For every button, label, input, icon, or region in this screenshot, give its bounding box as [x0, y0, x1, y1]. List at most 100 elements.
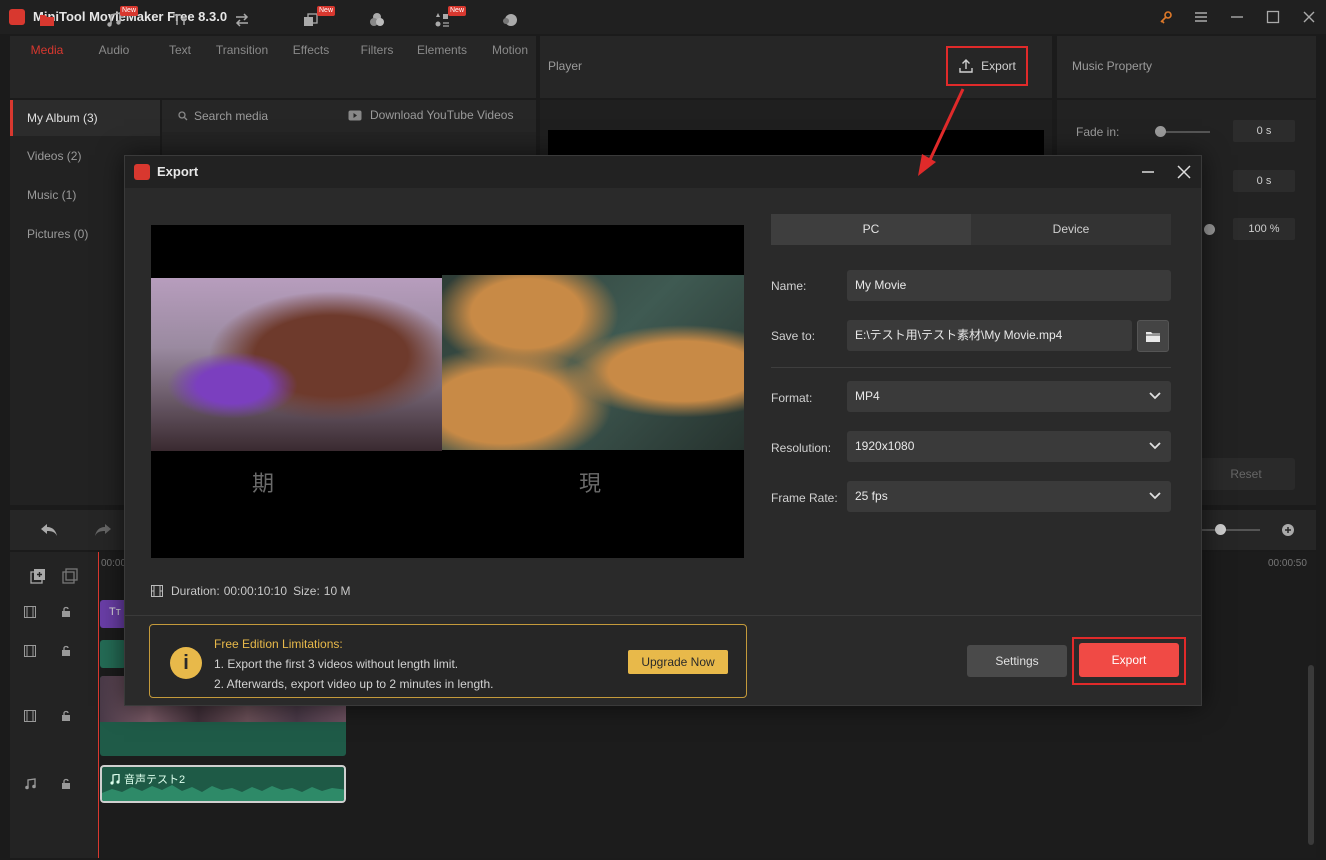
lock-icon[interactable]: [60, 606, 72, 618]
limitation-line-1: 1. Export the first 3 videos without len…: [214, 657, 459, 671]
film-icon: [151, 585, 163, 597]
zoom-slider-knob[interactable]: [1215, 524, 1226, 535]
size-label: Size:: [293, 584, 320, 598]
annotation-arrow: [918, 88, 965, 176]
remove-track-icon[interactable]: [62, 568, 78, 584]
resolution-label: Resolution:: [771, 441, 832, 455]
frame-rate-select[interactable]: 25 fps: [847, 481, 1171, 512]
settings-button[interactable]: Settings: [967, 645, 1067, 677]
dialog-title-bar: [125, 156, 1201, 188]
search-input[interactable]: Search media: [194, 109, 268, 123]
toolbar-effects-label: Effects: [292, 43, 330, 57]
fade-in-slider-knob[interactable]: [1155, 126, 1166, 137]
frame-rate-value: 25 fps: [855, 489, 888, 503]
toolbar-elements-label: Elements: [416, 43, 468, 57]
lock-icon[interactable]: [60, 778, 72, 790]
save-to-label: Save to:: [771, 329, 816, 343]
name-field[interactable]: My Movie: [847, 270, 1171, 301]
toolbar-motion-label: Motion: [491, 43, 529, 57]
playhead[interactable]: [98, 552, 99, 858]
lock-icon[interactable]: [60, 710, 72, 722]
toolbar-elements[interactable]: New Elements: [410, 6, 474, 57]
duration-value: 00:00:10:10: [223, 584, 288, 598]
save-to-field[interactable]: E:\テスト用\テスト素材\My Movie.mp4: [847, 320, 1132, 351]
minimize-icon[interactable]: [1225, 6, 1249, 28]
frame-rate-label: Frame Rate:: [771, 491, 838, 505]
audio-clip[interactable]: 音声テスト2: [100, 765, 346, 803]
format-label: Format:: [771, 391, 813, 405]
limitation-line-2: 2. Afterwards, export video up to 2 minu…: [214, 677, 494, 691]
maximize-icon[interactable]: [1261, 6, 1285, 28]
upload-icon: [959, 59, 973, 73]
key-icon[interactable]: [1154, 6, 1178, 28]
close-icon[interactable]: [1297, 6, 1321, 28]
filters-icon: [370, 13, 384, 26]
preview-subtitle-left: 期: [252, 472, 275, 497]
toolbar-audio[interactable]: New Audio: [82, 6, 146, 57]
dialog-title: Export: [157, 164, 199, 179]
music-icon: [25, 778, 36, 790]
preview-image-meat: [151, 278, 442, 451]
lock-icon[interactable]: [60, 645, 72, 657]
new-badge: New: [448, 6, 467, 16]
add-track-icon[interactable]: [30, 568, 46, 584]
toolbar-motion[interactable]: Motion: [478, 10, 542, 57]
resolution-select[interactable]: 1920x1080: [847, 431, 1171, 462]
tab-pc[interactable]: PC: [771, 214, 971, 245]
fade-in-slider-track[interactable]: [1160, 131, 1210, 133]
download-youtube-button[interactable]: Download YouTube Videos: [370, 108, 513, 122]
free-edition-limitations: i Free Edition Limitations: 1. Export th…: [149, 624, 747, 698]
fade-in-label: Fade in:: [1076, 125, 1120, 139]
export-preview: 期 現: [151, 225, 744, 558]
toolbar-media[interactable]: Media: [15, 10, 79, 57]
video-clip[interactable]: [100, 640, 126, 668]
dialog-close-icon[interactable]: [1173, 162, 1195, 182]
footer-divider: [125, 615, 1201, 616]
folder-icon: [1146, 331, 1160, 342]
toolbar-media-label: Media: [30, 43, 64, 57]
timeline-time-start: 00:00: [101, 558, 127, 569]
preview-subtitle-right: 現: [579, 472, 602, 497]
export-dialog: Export 期 現 Duration: 00:00:10:10 Size: 1…: [124, 155, 1202, 706]
track-header: [10, 552, 98, 858]
toolbar-text[interactable]: Text: [148, 10, 212, 57]
export-button[interactable]: Export: [1079, 643, 1179, 677]
size-value: 10 M: [323, 584, 351, 598]
format-value: MP4: [855, 389, 880, 403]
player-export-button[interactable]: Export: [946, 46, 1028, 86]
toolbar-transition-label: Transition: [215, 43, 269, 57]
search-icon: [178, 111, 188, 121]
toolbar-transition[interactable]: Transition: [210, 10, 274, 57]
divider: [771, 367, 1171, 368]
dialog-minimize-icon[interactable]: [1137, 162, 1159, 182]
volume-slider-knob[interactable]: [1204, 224, 1215, 235]
toolbar-filters[interactable]: Filters: [345, 10, 409, 57]
chevron-down-icon: [1149, 442, 1161, 450]
timeline-scrollbar[interactable]: [1308, 665, 1314, 845]
transition-icon: [235, 13, 249, 27]
fade-in-value[interactable]: 0 s: [1233, 120, 1295, 142]
player-label: Player: [548, 59, 583, 73]
sidebar-item-my-album[interactable]: My Album (3): [10, 100, 160, 136]
upgrade-now-button[interactable]: Upgrade Now: [628, 650, 728, 674]
format-select[interactable]: MP4: [847, 381, 1171, 412]
toolbar-filters-label: Filters: [360, 43, 394, 57]
fade-out-value[interactable]: 0 s: [1233, 170, 1295, 192]
volume-value[interactable]: 100 %: [1233, 218, 1295, 240]
new-badge: New: [317, 6, 336, 16]
menu-icon[interactable]: [1189, 6, 1213, 28]
tab-device[interactable]: Device: [971, 214, 1171, 245]
audio-waveform: [102, 785, 344, 801]
warning-icon: i: [170, 647, 202, 679]
reset-button[interactable]: Reset: [1197, 458, 1295, 490]
zoom-slider-track[interactable]: [1200, 529, 1260, 531]
limitations-title: Free Edition Limitations:: [214, 637, 343, 651]
zoom-in-icon[interactable]: [1281, 523, 1295, 537]
text-icon: [173, 14, 187, 25]
browse-folder-button[interactable]: [1137, 320, 1169, 352]
music-property-title: Music Property: [1072, 59, 1153, 73]
text-clip-label: Tт: [109, 606, 121, 618]
toolbar-effects[interactable]: New Effects: [279, 6, 343, 57]
undo-icon[interactable]: [40, 523, 58, 537]
redo-icon[interactable]: [94, 523, 112, 537]
